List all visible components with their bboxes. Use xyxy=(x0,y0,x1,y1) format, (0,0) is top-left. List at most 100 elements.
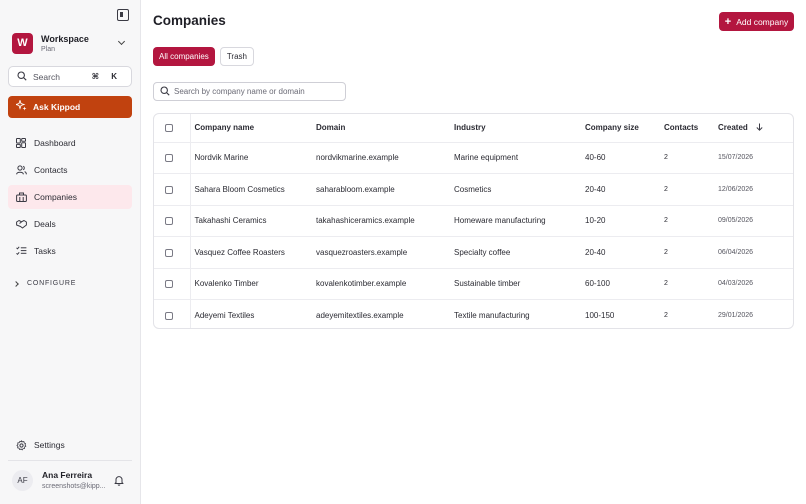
cell-contacts: 2 xyxy=(664,280,668,288)
search-icon xyxy=(160,83,170,101)
user-profile[interactable]: AF Ana Ferreira screenshots@kipp... xyxy=(8,466,132,494)
companies-table: Company name Domain Industry Company siz… xyxy=(153,113,794,329)
tasks-icon xyxy=(14,246,28,256)
table-row[interactable]: Kovalenko Timber kovalenkotimber.example S… xyxy=(154,268,793,300)
cell-company-name[interactable]: Sahara Bloom Cosmetics xyxy=(189,173,316,205)
cell-industry: Textile manufacturing xyxy=(454,311,530,320)
sidebar: W Workspace Plan Search ⌘ K Ask Kippod D… xyxy=(0,0,141,504)
cell-contacts: 2 xyxy=(664,217,668,225)
building-icon xyxy=(14,192,28,202)
users-icon xyxy=(14,165,28,175)
sidebar-item-deals[interactable]: Deals xyxy=(8,212,132,236)
company-search-input[interactable] xyxy=(174,87,344,96)
cell-company-name[interactable]: Nordvik Marine xyxy=(189,142,316,174)
table-row[interactable]: Adeyemi Textiles adeyemitextiles.example T… xyxy=(154,299,793,329)
company-search xyxy=(153,82,346,101)
row-checkbox-cell xyxy=(154,300,190,329)
row-checkbox[interactable] xyxy=(165,311,173,320)
configure-section-toggle[interactable]: CONFIGURE xyxy=(13,280,77,287)
settings-label: Settings xyxy=(34,440,65,450)
cell-company-size: 10-20 xyxy=(585,216,606,226)
row-checkbox[interactable] xyxy=(165,154,173,163)
table-row[interactable]: Sahara Bloom Cosmetics saharabloom.exampl… xyxy=(154,173,793,206)
workspace-switcher[interactable]: W Workspace Plan xyxy=(8,29,132,57)
row-checkbox-cell xyxy=(154,205,190,237)
sidebar-item-tasks[interactable]: Tasks xyxy=(8,239,132,263)
cell-industry: Cosmetics xyxy=(454,184,492,194)
cell-company-name[interactable]: Adeyemi Textiles xyxy=(189,299,316,328)
tab-trash[interactable]: Trash xyxy=(219,47,254,66)
row-checkbox[interactable] xyxy=(165,185,173,194)
row-checkbox-cell xyxy=(154,268,190,300)
sidebar-item-label: Tasks xyxy=(34,246,56,256)
user-email: screenshots@kipp... xyxy=(42,483,106,490)
header-domain[interactable]: Domain xyxy=(316,114,454,142)
cell-domain: saharabloom.example xyxy=(316,184,395,194)
workspace-name: Workspace xyxy=(41,33,89,44)
cell-domain: takahashiceramics.example xyxy=(316,216,415,226)
page-title: Companies xyxy=(153,13,226,28)
add-company-label: Add company xyxy=(736,16,789,27)
row-checkbox-cell xyxy=(154,237,190,269)
row-checkbox[interactable] xyxy=(165,217,173,226)
bell-icon[interactable] xyxy=(114,473,124,491)
cell-domain: nordvikmarine.example xyxy=(316,153,399,163)
plus-icon: + xyxy=(724,15,732,28)
select-all-cell xyxy=(154,114,190,142)
header-industry[interactable]: Industry xyxy=(454,114,585,142)
cell-contacts: 2 xyxy=(664,248,668,256)
row-checkbox[interactable] xyxy=(165,248,173,257)
cell-industry: Specialty coffee xyxy=(454,247,511,257)
cell-company-name[interactable]: Vasquez Coffee Roasters xyxy=(189,236,316,268)
table-row[interactable]: Takahashi Ceramics takahashiceramics.exam… xyxy=(154,205,793,237)
cell-industry: Marine equipment xyxy=(454,153,519,163)
sidebar-collapse-icon[interactable] xyxy=(117,9,129,21)
handshake-icon xyxy=(14,219,28,229)
dashboard-icon xyxy=(14,138,28,148)
sidebar-divider xyxy=(8,460,132,461)
cell-company-name[interactable]: Takahashi Ceramics xyxy=(189,205,316,237)
row-checkbox-cell xyxy=(154,174,190,206)
cell-company-size: 100-150 xyxy=(585,311,615,320)
add-company-button[interactable]: + Add company xyxy=(719,12,794,31)
sidebar-search[interactable]: Search ⌘ K xyxy=(8,66,132,87)
cell-created: 15/07/2026 xyxy=(718,154,754,162)
header-company-size[interactable]: Company size xyxy=(585,114,664,142)
table-row[interactable]: Nordvik Marine nordvikmarine.example Marin… xyxy=(154,142,793,174)
table-header-row: Company name Domain Industry Company siz… xyxy=(154,114,793,142)
sidebar-item-label: Dashboard xyxy=(34,138,76,148)
cell-created: 29/01/2026 xyxy=(718,312,754,319)
cell-company-name[interactable]: Kovalenko Timber xyxy=(189,268,316,300)
workspace-avatar: W xyxy=(12,32,33,54)
cell-industry: Homeware manufacturing xyxy=(454,216,546,226)
sidebar-item-companies[interactable]: Companies xyxy=(8,185,132,209)
sidebar-item-label: Contacts xyxy=(34,165,68,175)
ask-kippod-button[interactable]: Ask Kippod xyxy=(8,96,132,118)
cell-contacts: 2 xyxy=(664,312,668,319)
header-created: Created xyxy=(718,122,748,132)
cell-company-size: 40-60 xyxy=(585,153,606,163)
cell-domain: adeyemitextiles.example xyxy=(316,311,404,320)
cell-contacts: 2 xyxy=(664,185,668,193)
cell-created: 06/04/2026 xyxy=(718,248,754,256)
avatar: AF xyxy=(12,469,33,491)
tab-all-companies[interactable]: All companies xyxy=(153,47,215,66)
header-created-cell[interactable]: Created xyxy=(718,114,793,142)
ask-kippod-label: Ask Kippod xyxy=(33,102,81,112)
header-company-name[interactable]: Company name xyxy=(189,114,316,142)
header-contacts[interactable]: Contacts xyxy=(664,114,718,142)
sidebar-item-dashboard[interactable]: Dashboard xyxy=(8,131,132,155)
sidebar-item-contacts[interactable]: Contacts xyxy=(8,158,132,182)
sidebar-item-settings[interactable]: Settings xyxy=(8,436,132,454)
configure-label: CONFIGURE xyxy=(27,280,77,287)
gear-icon xyxy=(14,439,28,451)
table-row[interactable]: Vasquez Coffee Roasters vasquezroasters.e… xyxy=(154,236,793,269)
row-checkbox[interactable] xyxy=(165,280,173,289)
workspace-plan: Plan xyxy=(41,45,56,53)
view-tabs: All companies Trash xyxy=(153,47,259,66)
chevron-right-icon xyxy=(13,280,19,287)
cell-industry: Sustainable timber xyxy=(454,279,521,289)
sidebar-nav: Dashboard Contacts Companies Deals Tasks xyxy=(8,131,132,266)
select-all-checkbox[interactable] xyxy=(165,124,173,133)
sidebar-search-label: Search xyxy=(33,71,60,82)
